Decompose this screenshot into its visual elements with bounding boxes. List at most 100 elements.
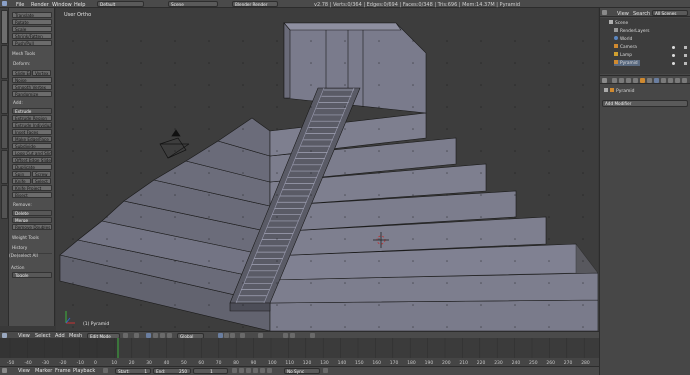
visibility-eye-icon[interactable] [672,46,675,49]
tab-relations[interactable] [1,80,8,114]
merge-dropdown[interactable]: Merge [12,217,52,223]
play-reverse-icon[interactable] [246,368,251,373]
constraints-tab-icon[interactable] [647,78,652,83]
menu-timeline-view[interactable]: View [18,368,30,374]
material-tab-icon[interactable] [668,78,673,83]
object-info-label: (1) Pyramid [83,322,110,327]
sync-selector[interactable]: No Sync [284,368,320,374]
inset-faces-button[interactable]: Inset Faces [12,129,52,135]
timeline[interactable]: -50 -40 -30 -20 -10 0 10 20 30 40 50 60 70 80 90 100 110… [0,338,599,366]
pyramid-mesh[interactable] [56,8,598,331]
knife-project-button[interactable]: Knife Project [12,185,52,191]
start-frame-field[interactable]: Start: 1 [115,368,151,374]
noise-button[interactable]: Noise [12,77,52,83]
menu-playback[interactable]: Playback [73,368,95,374]
texture-tab-icon[interactable] [675,78,680,83]
tab-create[interactable] [1,45,8,79]
outliner-filter[interactable]: All Scenes [652,10,688,16]
lamp-icon [614,52,618,56]
knife-select-button[interactable]: Select [32,178,51,184]
keying-icon[interactable] [103,368,108,373]
scene-selector[interactable]: Scene [168,1,218,7]
offset-edge-slide-button[interactable]: Offset Edge Slide [12,157,52,163]
outliner-row-renderlayers[interactable]: RenderLayers [614,28,650,34]
smooth-vertex-button[interactable]: Smooth Vertex [12,84,52,90]
renderlayers-tab-icon[interactable] [619,78,624,83]
outliner-row-camera[interactable]: Camera [614,44,637,50]
timeline-ruler[interactable]: -50 -40 -30 -20 -10 0 10 20 30 40 50 60 70 80 90 100 110… [0,338,599,366]
history-header[interactable]: History [12,246,27,251]
outliner-menu-search[interactable]: Search [633,11,650,17]
translate-button[interactable]: Translate [12,12,52,18]
slide-edge-button[interactable]: Slide Ed [12,70,31,76]
outliner-menu-view[interactable]: View [617,11,629,17]
visibility-eye-icon[interactable] [672,62,675,65]
render-tab-icon[interactable] [612,78,617,83]
rotate-button[interactable]: Rotate [12,19,52,25]
outliner-row-lamp[interactable]: Lamp [614,52,632,58]
menu-frame[interactable]: Frame [55,368,71,374]
editor-type-icon[interactable] [2,1,7,6]
layout-selector[interactable]: Default [97,1,144,7]
tab-shading-uvs[interactable] [1,115,8,149]
mesh-tools-header[interactable]: Mesh Tools [12,52,35,57]
extrude-region-button[interactable]: Extrude Region [12,115,52,121]
add-modifier-dropdown[interactable]: Add Modifier [602,100,688,107]
current-frame-field[interactable]: 1 [193,368,228,374]
tab-tools[interactable] [1,10,8,44]
scale-button[interactable]: Scale [12,26,52,32]
duplicate-button[interactable]: Duplicate [12,164,52,170]
current-frame-value: 1 [210,369,213,374]
remove-doubles-button[interactable]: Remove Doubles [12,224,52,230]
end-frame-field[interactable]: End: 250 [153,368,191,374]
right-panel: View Search All Scenes Scene RenderLayer… [599,8,690,375]
jump-start-icon[interactable] [232,368,237,373]
action-dropdown[interactable]: Toggle [12,272,52,278]
jump-end-icon[interactable] [267,368,272,373]
weight-tools-header[interactable]: Weight Tools [12,236,39,241]
scene-tab-icon[interactable] [626,78,631,83]
extrude-individual-button[interactable]: Extrude Individual [12,122,52,128]
operator-panel-title[interactable]: (De)select All [9,254,38,259]
add-label: Add: [13,101,23,106]
extrude-dropdown[interactable]: Extrude [12,108,52,114]
make-edge-face-button[interactable]: Make Edge/Face [12,136,52,142]
menu-marker[interactable]: Marker [35,368,52,374]
properties-editor-icon[interactable] [602,78,607,83]
modifier-wrench-icon[interactable] [654,78,659,83]
spin-button[interactable]: Spin [12,171,31,177]
push-pull-button[interactable]: Push/Pull [12,40,52,46]
outliner-row-world[interactable]: World [614,36,632,42]
start-value: 1 [144,369,147,374]
render-toggle-icon[interactable] [684,54,687,57]
outliner-editor-icon[interactable] [602,10,607,15]
knife-button[interactable]: Knife [12,178,31,184]
render-toggle-icon[interactable] [684,62,687,65]
3d-viewport[interactable]: User Ortho (1) Pyramid [56,8,598,331]
world-tab-icon[interactable] [633,78,638,83]
tool-shelf: Translate Rotate Scale Shrink/Fatten Pus… [9,8,55,326]
delete-dropdown[interactable]: Delete [12,210,52,216]
play-icon[interactable] [253,368,258,373]
next-key-icon[interactable] [260,368,265,373]
screw-button[interactable]: Screw [32,171,51,177]
render-toggle-icon[interactable] [684,46,687,49]
outliner-row-scene[interactable]: Scene [609,20,628,26]
render-engine-selector[interactable]: Blender Render [232,1,278,7]
timeline-editor-icon[interactable] [2,368,7,373]
vertex-slide-button[interactable]: Vertex [32,70,51,76]
particles-tab-icon[interactable] [682,78,687,83]
object-tab-icon[interactable] [640,78,645,83]
visibility-eye-icon[interactable] [672,54,675,57]
data-tab-icon[interactable] [661,78,666,83]
prev-key-icon[interactable] [239,368,244,373]
tab-options[interactable] [1,150,8,184]
tab-grease-pencil[interactable] [1,185,8,219]
randomize-button[interactable]: Randomize [12,91,52,97]
loop-cut-button[interactable]: Loop Cut and Slide [12,150,52,156]
record-icon[interactable] [323,368,328,373]
outliner-row-pyramid[interactable]: Pyramid [614,60,640,66]
subdivide-button[interactable]: Subdivide [12,143,52,149]
shrink-fatten-button[interactable]: Shrink/Fatten [12,33,52,39]
bisect-button[interactable]: Bisect [12,192,52,198]
